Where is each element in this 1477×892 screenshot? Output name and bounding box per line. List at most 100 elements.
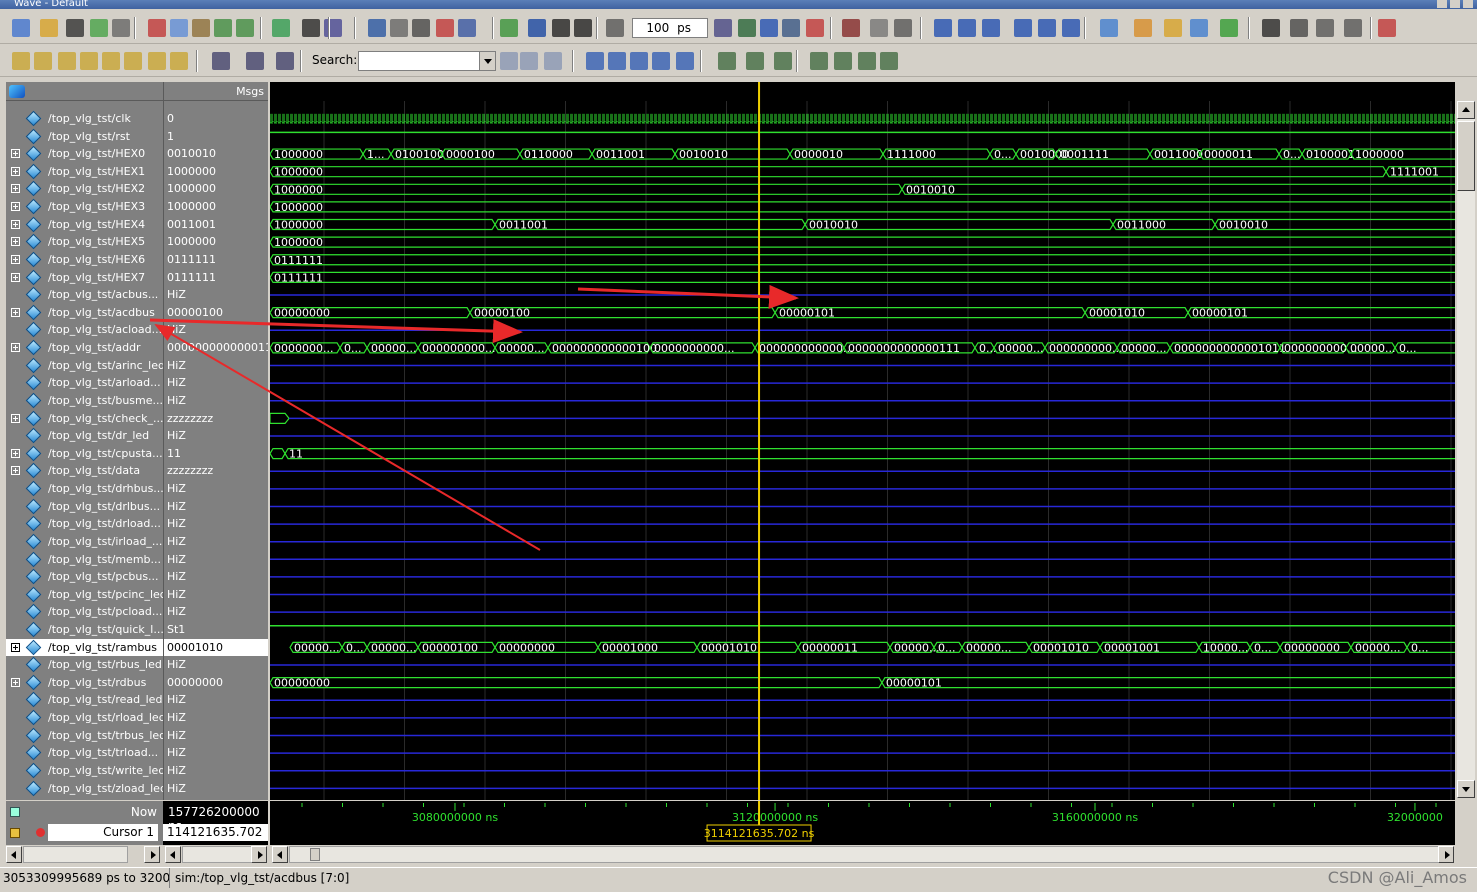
signal-value-row[interactable]: HiZ xyxy=(164,568,268,586)
wave-format-6-icon[interactable] xyxy=(858,52,876,70)
name-scroll-right[interactable] xyxy=(144,846,160,863)
new-file-icon[interactable] xyxy=(12,19,30,37)
clear-icon[interactable] xyxy=(412,19,430,37)
name-hscroll-track[interactable] xyxy=(23,846,128,863)
right-arrow-icon[interactable] xyxy=(574,19,592,37)
signal-row[interactable]: /top_vlg_tst/HEX4 xyxy=(6,216,163,234)
cursor-add-icon[interactable] xyxy=(10,807,20,817)
cursor-1-label[interactable]: Cursor 1 xyxy=(48,824,158,841)
paste-icon[interactable] xyxy=(192,19,210,37)
signal-value-row[interactable]: HiZ xyxy=(164,780,268,798)
wave-format-5-icon[interactable] xyxy=(834,52,852,70)
signal-value-row[interactable]: HiZ xyxy=(164,533,268,551)
step-out-up-icon[interactable] xyxy=(1062,19,1080,37)
expand-icon[interactable] xyxy=(11,448,20,458)
signal-row[interactable]: /top_vlg_tst/write_led xyxy=(6,762,163,780)
expand-icon[interactable] xyxy=(11,307,20,317)
signal-row[interactable]: /top_vlg_tst/rload_led xyxy=(6,709,163,727)
find-icon[interactable] xyxy=(272,19,290,37)
signal-value-row[interactable]: 1 xyxy=(164,128,268,146)
signal-row[interactable]: /top_vlg_tst/quick_l... xyxy=(6,621,163,639)
signal-row[interactable]: /top_vlg_tst/rambus xyxy=(6,638,163,657)
save-icon[interactable] xyxy=(66,19,84,37)
step-into-icon[interactable] xyxy=(934,19,952,37)
run-until-icon[interactable] xyxy=(782,19,800,37)
undo-icon[interactable] xyxy=(214,19,232,37)
value-scroll-right[interactable] xyxy=(251,846,267,863)
select-pointer-icon[interactable] xyxy=(1262,19,1280,37)
name-scroll-left[interactable] xyxy=(6,846,22,863)
signal-row[interactable]: /top_vlg_tst/HEX0 xyxy=(6,145,163,163)
prev-transition-icon[interactable] xyxy=(58,52,76,70)
cut-icon[interactable] xyxy=(148,19,166,37)
signal-value-row[interactable]: HiZ xyxy=(164,744,268,762)
signal-row[interactable]: /top_vlg_tst/HEX3 xyxy=(6,198,163,216)
signal-value-row[interactable]: 1000000 xyxy=(164,233,268,251)
signal-value-row[interactable]: 00001010 xyxy=(164,638,268,657)
restart-icon[interactable] xyxy=(500,19,518,37)
redo-icon[interactable] xyxy=(236,19,254,37)
compare-icon[interactable] xyxy=(1220,19,1238,37)
zoom-input[interactable]: 100 ps xyxy=(632,18,708,38)
search-prev-icon[interactable] xyxy=(500,52,518,70)
search-dropdown-button[interactable] xyxy=(479,52,495,70)
minimize-button[interactable] xyxy=(1437,0,1447,8)
signal-value-row[interactable]: 00000000 xyxy=(164,674,268,692)
signal-row[interactable]: /top_vlg_tst/dr_led xyxy=(6,427,163,445)
signal-value-row[interactable]: 0000000000000110 xyxy=(164,339,268,357)
expand-icon[interactable] xyxy=(11,166,20,176)
view-icon[interactable] xyxy=(1190,19,1208,37)
signal-row[interactable]: /top_vlg_tst/pcinc_led xyxy=(6,586,163,604)
next-rising-icon[interactable] xyxy=(170,52,188,70)
run-all-icon[interactable] xyxy=(738,19,756,37)
insert-break-icon[interactable] xyxy=(246,52,264,70)
wave-menu-icon[interactable] xyxy=(9,85,25,98)
stop-sim-icon[interactable] xyxy=(1378,19,1396,37)
signal-row[interactable]: /top_vlg_tst/trbus_led xyxy=(6,727,163,745)
signal-value-row[interactable]: HiZ xyxy=(164,286,268,304)
signal-value-row[interactable]: HiZ xyxy=(164,656,268,674)
signal-value-row[interactable]: HiZ xyxy=(164,392,268,410)
wave-format-7-icon[interactable] xyxy=(880,52,898,70)
signal-row[interactable]: /top_vlg_tst/read_led xyxy=(6,691,163,709)
signal-value-row[interactable]: 0111111 xyxy=(164,251,268,269)
next-falling-icon[interactable] xyxy=(124,52,142,70)
expand-icon[interactable] xyxy=(11,466,20,476)
signal-value-row[interactable]: HiZ xyxy=(164,480,268,498)
last-edge-icon[interactable] xyxy=(34,52,52,70)
signal-row[interactable]: /top_vlg_tst/drload... xyxy=(6,515,163,533)
signal-row[interactable]: /top_vlg_tst/rst xyxy=(6,128,163,146)
signal-value-row[interactable]: 1000000 xyxy=(164,163,268,181)
layout-alt-icon[interactable] xyxy=(1134,19,1152,37)
signal-row[interactable]: /top_vlg_tst/acdbus xyxy=(6,304,163,322)
signal-row[interactable]: /top_vlg_tst/acbus... xyxy=(6,286,163,304)
signal-value-row[interactable]: HiZ xyxy=(164,709,268,727)
signal-value-row[interactable]: HiZ xyxy=(164,427,268,445)
signal-row[interactable]: /top_vlg_tst/HEX7 xyxy=(6,269,163,287)
signal-value-row[interactable]: zzzzzzzz xyxy=(164,410,268,428)
signal-row[interactable]: /top_vlg_tst/HEX6 xyxy=(6,251,163,269)
wave-hscroll-thumb[interactable] xyxy=(310,848,320,861)
prev-falling-icon[interactable] xyxy=(102,52,120,70)
copy-icon[interactable] xyxy=(170,19,188,37)
signal-row[interactable]: /top_vlg_tst/cpusta... xyxy=(6,445,163,463)
signal-row[interactable]: /top_vlg_tst/data xyxy=(6,462,163,480)
cursor-lock-icon[interactable] xyxy=(10,828,20,838)
signal-value-row[interactable]: 11 xyxy=(164,445,268,463)
zoom-cursor-icon[interactable] xyxy=(652,52,670,70)
format-icon[interactable] xyxy=(324,19,342,37)
step-over-down-icon[interactable] xyxy=(1038,19,1056,37)
signal-row[interactable]: /top_vlg_tst/trload... xyxy=(6,744,163,762)
time-ruler[interactable]: 3080000000 ns 3120000000 ns 3160000000 ns 3… xyxy=(270,801,1455,845)
expand-icon[interactable] xyxy=(11,343,20,353)
signal-row[interactable]: /top_vlg_tst/rbus_led xyxy=(6,656,163,674)
step-into-down-icon[interactable] xyxy=(1014,19,1032,37)
expand-icon[interactable] xyxy=(11,219,20,229)
signal-row[interactable]: /top_vlg_tst/addr xyxy=(6,339,163,357)
wave-format-2-icon[interactable] xyxy=(746,52,764,70)
signal-name-pane[interactable]: /top_vlg_tst/clk/top_vlg_tst/rst/top_vlg… xyxy=(6,82,163,800)
signal-row[interactable]: /top_vlg_tst/pcbus... xyxy=(6,568,163,586)
expand-icon[interactable] xyxy=(11,413,20,423)
signal-value-row[interactable]: St1 xyxy=(164,621,268,639)
scroll-down-button[interactable] xyxy=(1457,780,1475,798)
